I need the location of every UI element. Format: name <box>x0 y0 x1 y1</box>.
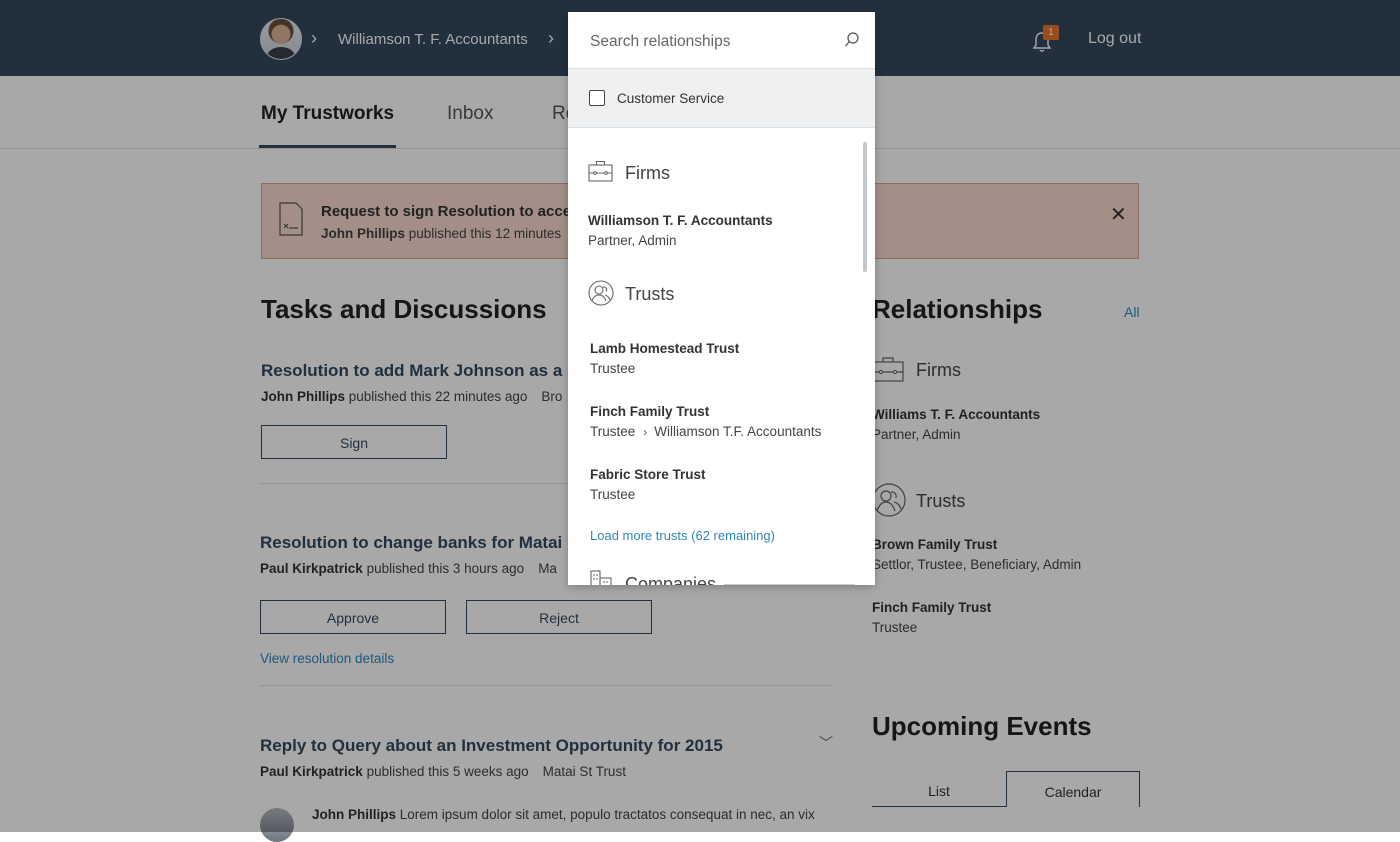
firm-result-name[interactable]: Williamson T. F. Accountants <box>588 213 773 228</box>
trust-result-role: Trustee › Williamson T.F. Accountants <box>590 424 821 439</box>
briefcase-icon <box>588 160 613 182</box>
divider <box>724 584 855 585</box>
search-bar <box>568 12 875 69</box>
filter-row: Customer Service <box>568 69 875 128</box>
trust-via-firm[interactable]: Williamson T.F. Accountants <box>654 424 821 439</box>
search-input[interactable] <box>588 30 832 54</box>
chevron-right-icon: › <box>643 425 648 439</box>
trust-result-name[interactable]: Finch Family Trust <box>590 404 709 419</box>
relationship-search-dropdown: Customer Service Firms Williamson T. F. … <box>568 12 875 585</box>
load-more-trusts-link[interactable]: Load more trusts (62 remaining) <box>590 528 775 543</box>
customer-service-checkbox[interactable] <box>589 90 605 106</box>
companies-label: Companies <box>625 574 717 585</box>
firms-label: Firms <box>625 163 670 183</box>
firm-result-role: Partner, Admin <box>588 233 677 248</box>
trusts-label: Trusts <box>625 284 675 304</box>
people-icon <box>588 280 614 306</box>
results-list: Firms Williamson T. F. Accountants Partn… <box>568 128 875 585</box>
customer-service-label[interactable]: Customer Service <box>617 91 724 106</box>
search-icon[interactable] <box>844 31 860 49</box>
scrollbar[interactable] <box>863 142 867 272</box>
trust-result-role: Trustee <box>590 487 636 502</box>
trust-result-role: Trustee <box>590 361 636 376</box>
building-icon <box>590 570 612 585</box>
trust-role: Trustee <box>590 424 636 439</box>
trust-result-name[interactable]: Fabric Store Trust <box>590 467 706 482</box>
trust-result-name[interactable]: Lamb Homestead Trust <box>590 341 739 356</box>
